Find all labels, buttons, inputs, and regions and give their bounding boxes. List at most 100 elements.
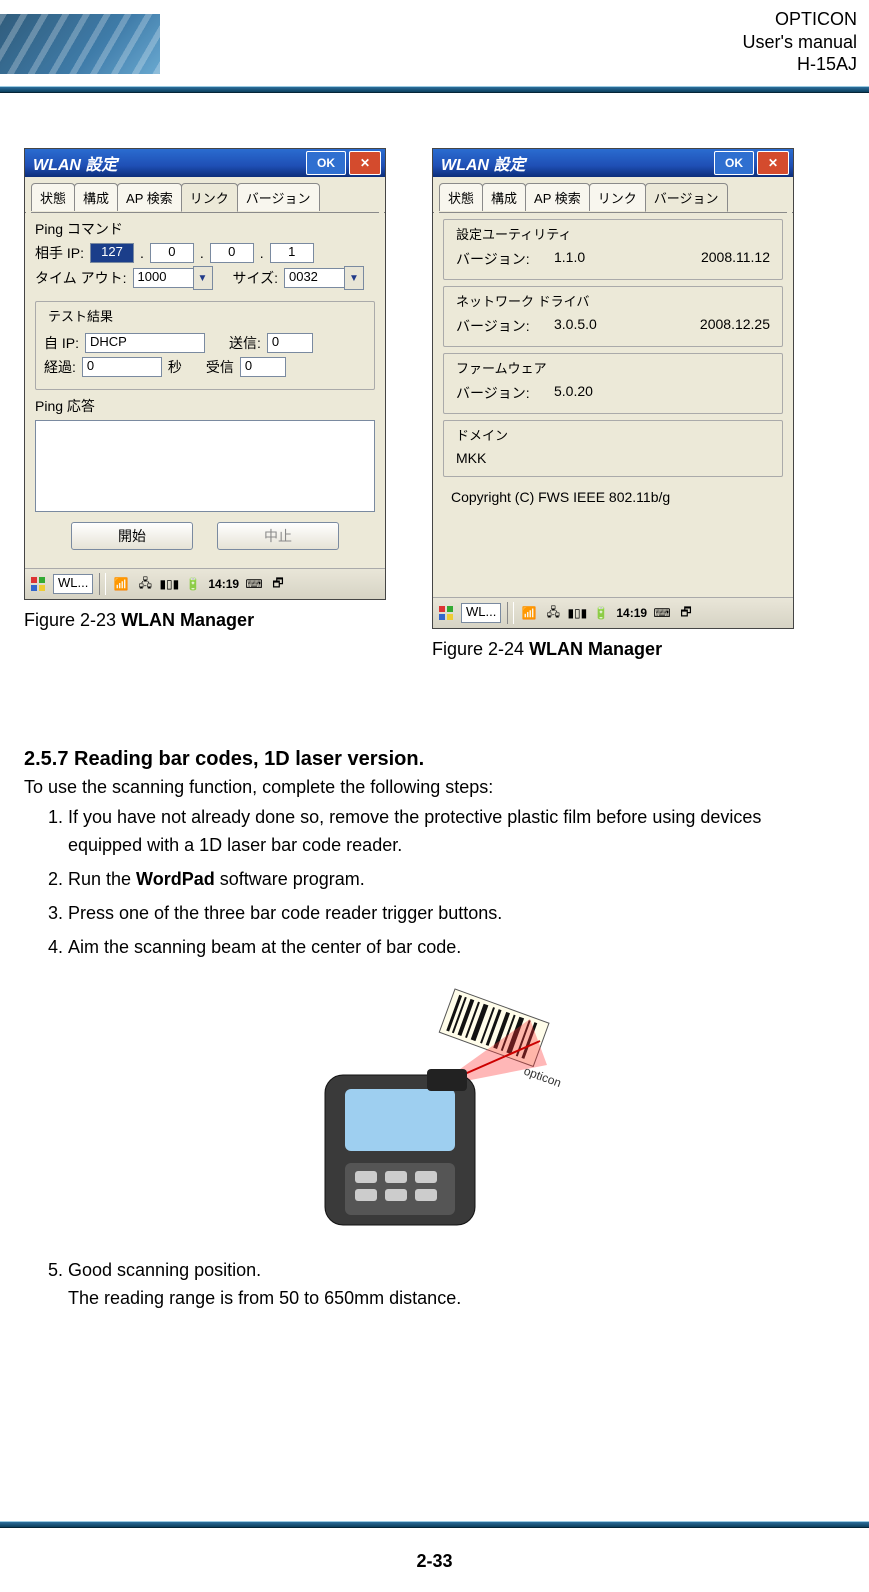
tabs-left: 状態 構成 AP 検索 リンク バージョン [25,177,385,212]
recv-label: 受信 [206,357,234,377]
grp-domain: ドメイン [452,425,512,444]
utility-version: 1.1.0 [554,249,585,269]
taskbar-right: WL... 📶 🖧 ▮▯▮ 🔋 14:19 ⌨ 🗗 [433,597,793,628]
sent-label: 送信: [229,333,261,353]
page-number: 2-33 [0,1551,869,1572]
screenshot-left: WLAN 設定 OK ✕ 状態 構成 AP 検索 リンク バージョン Ping … [24,148,384,660]
wlan-titlebar-left: WLAN 設定 OK ✕ [25,149,385,177]
ok-button[interactable]: OK [714,151,754,175]
ip-octet-1[interactable]: 127 [90,243,134,263]
tab-link[interactable]: リンク [181,183,238,212]
tray-barcode-icon: ▮▯▮ [160,575,178,593]
taskbar-left: WL... 📶 🖧 ▮▯▮ 🔋 14:19 ⌨ 🗗 [25,568,385,599]
tray-battery-icon: 🔋 [184,575,202,593]
sec-label: 秒 [168,357,182,377]
close-button[interactable]: ✕ [757,151,789,175]
header-doc: User's manual [743,31,857,54]
ip-octet-2[interactable]: 0 [150,243,194,263]
tray-windows-icon[interactable]: 🗗 [269,575,287,593]
ip-octet-4[interactable]: 1 [270,243,314,263]
scanner-illustration: opticon [24,979,845,1239]
recv-field: 0 [240,357,286,377]
step-2: Run the WordPad software program. [68,866,839,894]
tabs-right: 状態 構成 AP 検索 リンク バージョン [433,177,793,212]
section-heading: 2.5.7 Reading bar codes, 1D laser versio… [24,748,845,771]
sent-field: 0 [267,333,313,353]
tray-keyboard-icon[interactable]: ⌨ [653,604,671,622]
tab-version[interactable]: バージョン [237,183,320,211]
window-title: WLAN 設定 [441,151,525,175]
tray-windows-icon[interactable]: 🗗 [677,604,695,622]
chevron-down-icon[interactable]: ▼ [344,266,364,290]
size-combo[interactable]: 0032 ▼ [284,267,364,289]
header-graphic [0,14,160,74]
clock: 14:19 [208,577,239,591]
step-1: If you have not already done so, remove … [68,804,839,860]
ping-command-label: Ping コマンド [35,219,375,239]
domain-value: MKK [456,450,486,466]
tab-apsearch[interactable]: AP 検索 [525,183,590,211]
elapsed-label: 経過: [44,357,76,377]
steps-list-cont: Good scanning position. The reading rang… [46,1257,845,1313]
tab-link[interactable]: リンク [589,183,646,211]
grp-firmware: ファームウェア [452,358,551,377]
step-4: Aim the scanning beam at the center of b… [68,934,839,962]
tab-config[interactable]: 構成 [482,183,526,211]
header-text: OPTICON User's manual H-15AJ [743,8,857,76]
elapsed-field: 0 [82,357,162,377]
clock: 14:19 [616,606,647,620]
tab-status[interactable]: 状態 [439,183,483,211]
step-3: Press one of the three bar code reader t… [68,900,839,928]
start-button[interactable]: 開始 [71,522,193,550]
stop-button: 中止 [217,522,339,550]
ping-response-area[interactable] [35,420,375,512]
header-model: H-15AJ [743,53,857,76]
tray-signal-icon: 📶 [520,604,538,622]
start-flag-icon[interactable] [29,575,47,593]
page-header: OPTICON User's manual H-15AJ [0,0,869,100]
peer-ip-label: 相手 IP: [35,243,84,263]
tray-barcode-icon: ▮▯▮ [568,604,586,622]
window-title: WLAN 設定 [33,151,117,175]
timeout-value[interactable]: 1000 [133,268,193,288]
driver-version: 3.0.5.0 [554,316,597,336]
chevron-down-icon[interactable]: ▼ [193,266,213,290]
screenshot-right: WLAN 設定 OK ✕ 状態 構成 AP 検索 リンク バージョン 設定ユーテ… [432,148,792,660]
version-label: バージョン: [456,383,536,403]
step-5: Good scanning position. The reading rang… [68,1257,839,1313]
version-label: バージョン: [456,249,536,269]
ok-button[interactable]: OK [306,151,346,175]
self-ip-label: 自 IP: [44,333,79,353]
size-value[interactable]: 0032 [284,268,344,288]
footer-rule [0,1521,869,1528]
size-label: サイズ: [233,268,278,288]
version-label: バージョン: [456,316,536,336]
figure-caption-left: Figure 2-23 WLAN Manager [24,610,384,631]
self-ip-field[interactable]: DHCP [85,333,205,353]
timeout-combo[interactable]: 1000 ▼ [133,267,213,289]
section-lead: To use the scanning function, complete t… [24,777,845,798]
grp-utility: 設定ユーティリティ [452,224,575,243]
tab-apsearch[interactable]: AP 検索 [117,183,182,211]
close-button[interactable]: ✕ [349,151,381,175]
tray-keyboard-icon[interactable]: ⌨ [245,575,263,593]
ping-response-label: Ping 応答 [35,396,375,416]
tab-status[interactable]: 状態 [31,183,75,211]
task-app[interactable]: WL... [461,603,501,623]
task-app[interactable]: WL... [53,574,93,594]
header-brand: OPTICON [743,8,857,31]
start-flag-icon[interactable] [437,604,455,622]
tray-network-icon: 🖧 [136,575,154,593]
tray-battery-icon: 🔋 [592,604,610,622]
figure-caption-right: Figure 2-24 WLAN Manager [432,639,792,660]
utility-date: 2008.11.12 [701,249,770,269]
tab-config[interactable]: 構成 [74,183,118,211]
steps-list: If you have not already done so, remove … [46,804,845,961]
copyright: Copyright (C) FWS IEEE 802.11b/g [443,483,783,511]
header-rule [0,86,869,93]
tab-version[interactable]: バージョン [645,183,728,212]
driver-date: 2008.12.25 [700,316,770,336]
test-result-group: テスト結果 [44,306,117,325]
tray-network-icon: 🖧 [544,604,562,622]
ip-octet-3[interactable]: 0 [210,243,254,263]
